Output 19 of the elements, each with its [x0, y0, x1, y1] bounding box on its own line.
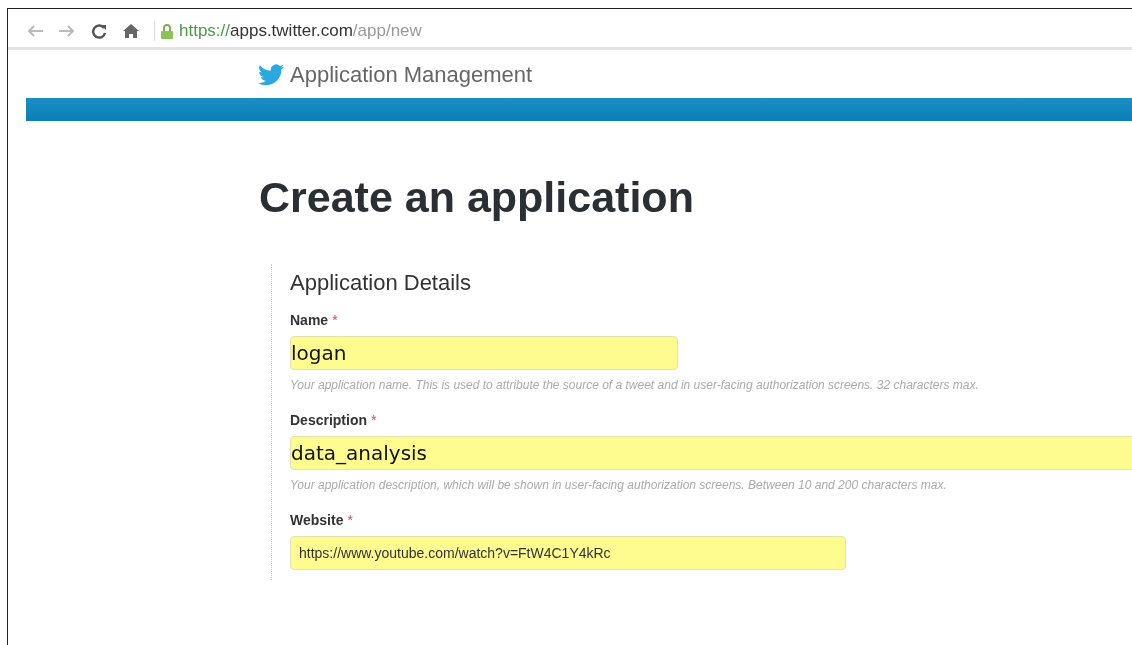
input-field[interactable]: data_analysis	[290, 436, 1132, 470]
header-title: Application Management	[290, 62, 533, 88]
reload-icon[interactable]	[90, 23, 108, 39]
field-label: Description	[290, 412, 367, 428]
address-bar-url[interactable]: https://apps.twitter.com/app/new	[179, 21, 422, 41]
lock-icon	[161, 23, 173, 39]
input-field[interactable]: https://www.youtube.com/watch?v=FtW4C1Y4kRc	[290, 536, 846, 570]
home-icon[interactable]	[122, 23, 140, 39]
required-mark: *	[347, 512, 353, 528]
section-title: Application Details	[290, 270, 472, 296]
field-label: Website	[290, 512, 344, 528]
input-field[interactable]: logan	[290, 336, 678, 370]
required-mark: *	[371, 412, 377, 428]
required-mark: *	[332, 312, 338, 328]
field-hint: Your application description, which will be shown in user-facing authorization screens. Between 10 and 200 characters max.	[290, 478, 948, 492]
field-label: Name	[290, 312, 329, 328]
page-title: Create an application	[259, 173, 695, 222]
bird-logo-icon	[258, 64, 284, 86]
field-hint: Your application name. This is used to attribute the source of a tweet and in user-facing authorization screens. 32 characters max.	[290, 378, 980, 392]
